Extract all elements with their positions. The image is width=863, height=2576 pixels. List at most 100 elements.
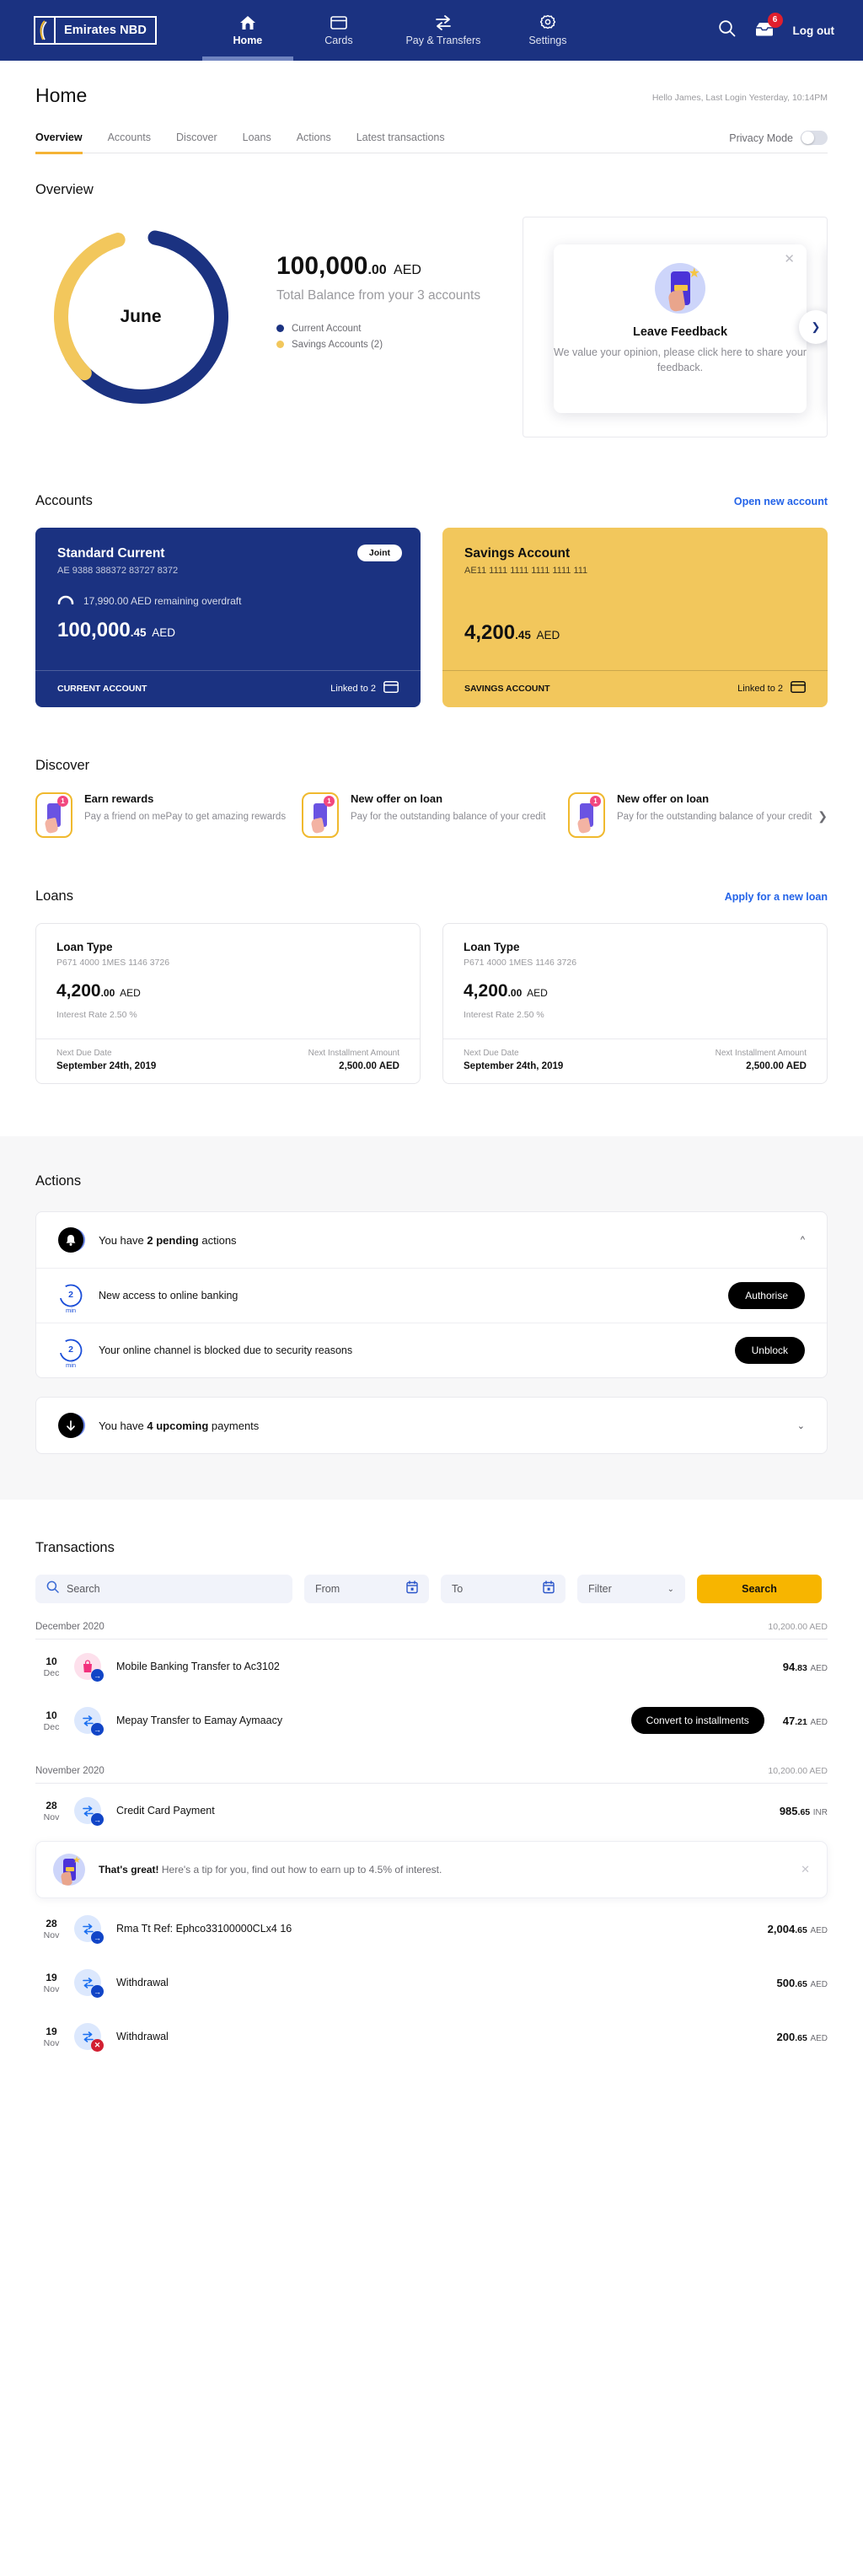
loan-card[interactable]: Loan Type P671 4000 1MES 1146 3726 4,200… [442, 923, 828, 1084]
transaction-search-field[interactable] [35, 1575, 292, 1603]
unblock-button[interactable]: Unblock [734, 1337, 805, 1364]
search-icon [46, 1580, 59, 1597]
transaction-row[interactable]: 19 Nov ✕ Withdrawal 200.65 AED [35, 2010, 828, 2063]
tab-latest-transactions[interactable]: Latest transactions [356, 131, 445, 153]
nav-item-pay-transfers[interactable]: Pay & Transfers [384, 0, 502, 61]
discover-item-title: Earn rewards [84, 792, 154, 805]
total-balance-amount: 100,000.00 AED [276, 254, 487, 279]
chevron-right-icon[interactable]: ❯ [817, 792, 828, 824]
tab-actions[interactable]: Actions [297, 131, 331, 153]
transaction-amount-integer: 500 [776, 1976, 796, 1989]
search-icon[interactable] [718, 19, 736, 41]
discover-item-new-offer-2[interactable]: 1 New offer on loan Pay for the outstand… [568, 792, 817, 838]
privacy-mode-toggle[interactable] [801, 131, 828, 145]
tab-discover[interactable]: Discover [176, 131, 217, 153]
authorise-button[interactable]: Authorise [728, 1282, 805, 1309]
discover-item-new-offer-1[interactable]: 1 New offer on loan Pay for the outstand… [302, 792, 568, 838]
account-balance: 4,200.45 AED [464, 621, 806, 645]
nav-item-cards[interactable]: Cards [293, 0, 384, 61]
tab-loans[interactable]: Loans [243, 131, 271, 153]
nav-item-home-label: Home [233, 35, 263, 46]
convert-to-installments-button[interactable]: Convert to installments [630, 1707, 764, 1734]
inbox-button[interactable]: 6 [754, 12, 783, 41]
chevron-right-icon[interactable]: ❯ [799, 310, 827, 344]
loan-amount-currency: AED [527, 987, 548, 999]
account-linked-info: Linked to 2 [330, 681, 399, 695]
loan-amount: 4,200.00 AED [56, 981, 399, 1001]
filter-dropdown[interactable]: Filter ⌄ [577, 1575, 685, 1603]
brand-logo[interactable]: Emirates NBD [34, 16, 157, 45]
card-icon [330, 14, 347, 31]
date-from-field[interactable]: From [304, 1575, 429, 1603]
close-icon[interactable]: ✕ [784, 253, 795, 266]
close-icon[interactable]: ✕ [801, 1863, 810, 1876]
search-input[interactable] [67, 1583, 281, 1595]
tip-strong: That's great! [99, 1864, 159, 1876]
account-name: Standard Current [57, 546, 165, 561]
overdraft-gauge-icon [57, 593, 74, 609]
chevron-down-icon[interactable]: ⌄ [797, 1420, 805, 1431]
transaction-row[interactable]: 28 Nov → Credit Card Payment 985.65 INR [35, 1784, 828, 1838]
upcoming-payments-header[interactable]: You have 4 upcoming payments ⌄ [36, 1398, 827, 1453]
open-new-account-link[interactable]: Open new account [734, 496, 828, 507]
calendar-icon[interactable] [406, 1580, 418, 1598]
transaction-description: Rma Tt Ref: Ephco33100000CLx4 16 [116, 1923, 292, 1935]
promo-carousel: ✕ ★ Leave Feedback We value your opinion… [523, 217, 828, 437]
transaction-amount-decimal: .83 [795, 1662, 807, 1673]
upcoming-payments-group: You have 4 upcoming payments ⌄ [35, 1397, 828, 1454]
pending-actions-header[interactable]: You have 2 pending actions ^ [36, 1212, 827, 1268]
transaction-row[interactable]: 10 Dec → Mepay Transfer to Eamay Aymaacy… [35, 1693, 828, 1747]
calendar-icon[interactable] [543, 1580, 555, 1598]
discover-item-earn-rewards[interactable]: 1 Earn rewards Pay a friend on mePay to … [35, 792, 302, 838]
toggle-knob [801, 131, 814, 144]
loan-card[interactable]: Loan Type P671 4000 1MES 1146 3726 4,200… [35, 923, 421, 1084]
transaction-row[interactable]: 19 Nov → Withdrawal 500.65 AED [35, 1956, 828, 2010]
date-from-label: From [315, 1583, 340, 1595]
apply-new-loan-link[interactable]: Apply for a new loan [725, 891, 828, 903]
actions-section: Actions You have 2 pending actions ^ 2 m… [0, 1136, 863, 1500]
nav-item-settings-label: Settings [528, 35, 567, 46]
loan-installment-block: Next Installment Amount 2,500.00 AED [716, 1049, 807, 1071]
transaction-month: Dec [43, 1721, 60, 1732]
transaction-month: Nov [43, 1929, 60, 1940]
logout-button[interactable]: Log out [793, 24, 834, 37]
transaction-amount: 985.65 INR [780, 1805, 828, 1817]
transaction-month: Nov [43, 2037, 60, 2048]
transaction-month-header: November 2020 10,200.00 AED [35, 1747, 828, 1784]
nav-item-settings[interactable]: Settings [502, 0, 593, 61]
transaction-row[interactable]: 10 Dec → Mobile Banking Transfer to Ac31… [35, 1640, 828, 1693]
account-card-current[interactable]: Joint Standard Current AE 9388 388372 83… [35, 528, 421, 707]
transaction-amount: 94.83 AED [783, 1661, 828, 1673]
primary-nav: Home Cards Pay & Transfers Settings [201, 0, 593, 61]
tab-accounts[interactable]: Accounts [108, 131, 151, 153]
privacy-mode-control[interactable]: Privacy Mode [729, 131, 828, 153]
tab-overview[interactable]: Overview [35, 131, 83, 154]
transaction-date: 28 Nov [35, 1800, 67, 1822]
loan-due-block: Next Due Date September 24th, 2019 [56, 1049, 156, 1071]
discover-thumb-icon: 1 [302, 792, 339, 838]
transaction-row[interactable]: 28 Nov → Rma Tt Ref: Ephco33100000CLx4 1… [35, 1902, 828, 1956]
chevron-up-icon[interactable]: ^ [801, 1235, 805, 1245]
transaction-description: Withdrawal [116, 1977, 169, 1988]
nav-item-home[interactable]: Home [201, 0, 293, 61]
loan-due-caption: Next Due Date [464, 1049, 519, 1058]
account-card-savings[interactable]: Savings Account AE11 1111 1111 1111 1111… [442, 528, 828, 707]
transaction-description: Mobile Banking Transfer to Ac3102 [116, 1661, 280, 1672]
promo-card-next[interactable] [827, 244, 828, 413]
bell-icon [58, 1227, 83, 1253]
transactions-search-button[interactable]: Search [697, 1575, 822, 1603]
transaction-amount-integer: 94 [782, 1660, 796, 1673]
promo-title: Leave Feedback [632, 325, 728, 339]
tip-banner[interactable]: ★ That's great! Here's a tip for you, fi… [35, 1841, 828, 1898]
loan-due-value: September 24th, 2019 [56, 1061, 157, 1071]
promo-card-feedback[interactable]: ✕ ★ Leave Feedback We value your opinion… [554, 244, 807, 413]
transaction-date: 10 Dec [35, 1709, 67, 1732]
donut-center-label: June [120, 306, 162, 326]
transaction-amount: 500.65 AED [777, 1977, 828, 1989]
date-to-field[interactable]: To [441, 1575, 566, 1603]
total-balance-integer: 100,000 [276, 252, 368, 280]
transfer-icon [434, 14, 453, 31]
transaction-status-icon: ✕ [91, 2039, 104, 2052]
transaction-day: 19 [46, 2025, 57, 2037]
transaction-description: Withdrawal [116, 2031, 169, 2042]
